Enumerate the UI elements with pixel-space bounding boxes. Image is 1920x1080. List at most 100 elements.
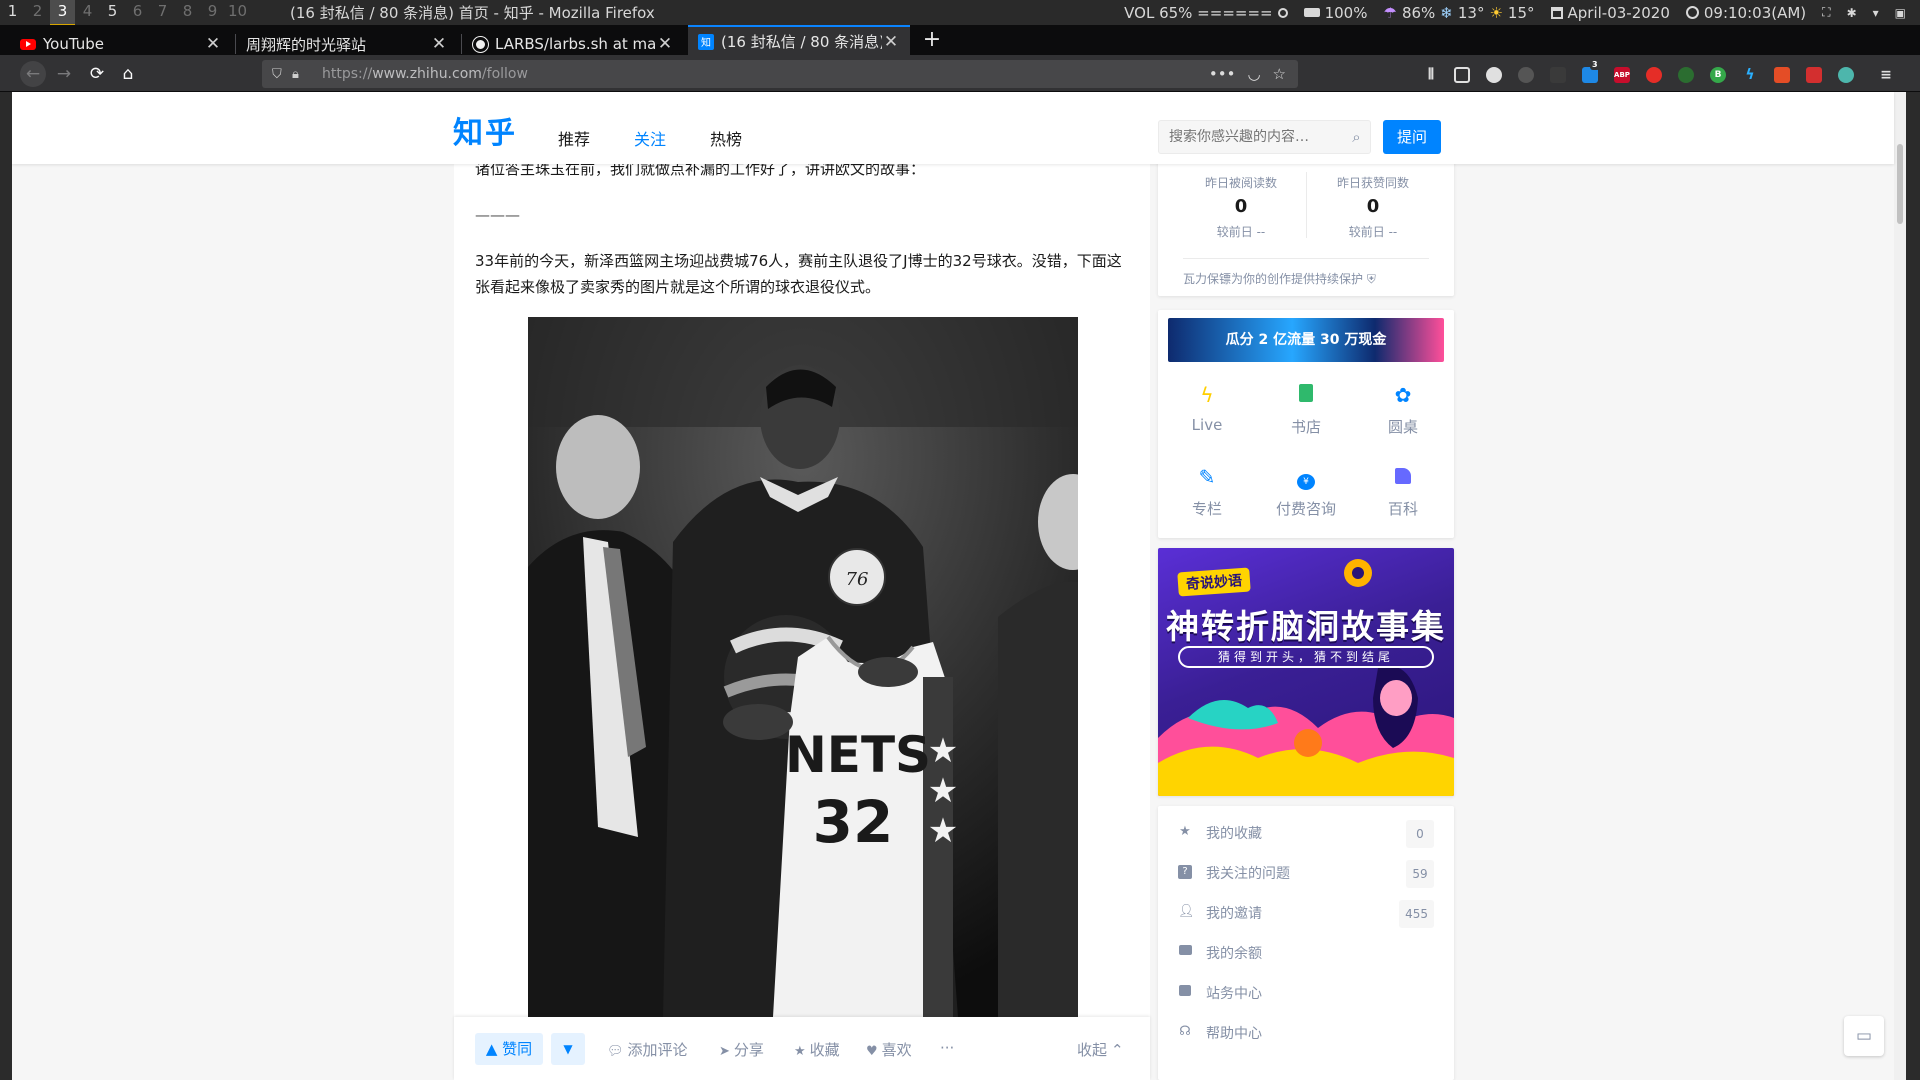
tool-roundtable[interactable]: ✿ 圆桌 (1358, 382, 1448, 437)
answer-action-bar: ▲ 赞同 ▼ 💬︎ 添加评论 ➤ 分享 ★ 收藏 ♥ 喜欢 ··· 收起 ⌃ (454, 1017, 1150, 1080)
search-box: ⌕ (1158, 120, 1371, 154)
page-scrollbar[interactable] (1894, 92, 1906, 1080)
ad-subtitle: 猜得到开头，猜不到结尾 (1178, 646, 1434, 668)
scrollbar-thumb[interactable] (1897, 144, 1903, 224)
extension-orange-icon[interactable] (1774, 67, 1790, 83)
zhihu-logo[interactable]: 知乎 (453, 108, 517, 152)
headset-icon: ☊ (1179, 1024, 1191, 1039)
feedback-float-button[interactable]: ▭ (1844, 1016, 1884, 1056)
nav-follow[interactable]: 关注 (634, 126, 666, 150)
tool-paid-consult[interactable]: ¥ 付费咨询 (1261, 464, 1351, 519)
ghostery-icon[interactable] (1518, 67, 1534, 83)
dropbox-tray-icon[interactable]: ⛶ (1822, 5, 1830, 20)
creation-tools-card: 瓜分 2 亿流量 30 万现金 ϟ Live 书店 ✿ 圆桌 ✎ 专栏 ¥ 付费… (1158, 310, 1454, 538)
workspace-10[interactable]: 10 (225, 0, 250, 26)
close-tab-button[interactable]: ✕ (656, 34, 674, 54)
link-help-center[interactable]: ☊ 帮助中心 (1178, 1020, 1434, 1048)
tool-column[interactable]: ✎ 专栏 (1162, 464, 1252, 519)
ad-title: 神转折脑洞故事集 (1166, 607, 1446, 646)
browser-tab-strip: YouTube ✕ 周翔辉的时光驿站 ✕ LARBS/larbs.sh at m… (0, 25, 1920, 56)
tool-bookstore[interactable]: 书店 (1261, 382, 1351, 437)
close-tab-button[interactable]: ✕ (882, 32, 900, 52)
extension-green-plus-icon[interactable]: B (1710, 67, 1726, 83)
back-button[interactable]: ← (20, 61, 46, 87)
advertisement-card[interactable]: 奇说妙语 神转折脑洞故事集 猜得到开头，猜不到结尾 (1158, 548, 1454, 796)
link-followed-questions[interactable]: ? 我关注的问题 59 (1178, 860, 1434, 888)
heart-icon: ♥ (866, 1044, 878, 1059)
encyclopedia-icon (1358, 464, 1448, 490)
divider (1183, 258, 1429, 259)
answer-card: 诸位答主珠玉在前，我们就做点补漏的工作好了，讲讲欧文的故事： ——— 33年前的… (454, 92, 1150, 1080)
library-icon[interactable]: ⫼ (1423, 67, 1439, 83)
sidebar-icon[interactable] (1454, 67, 1470, 83)
extension-bug-icon[interactable] (1678, 67, 1694, 83)
network-tray-icon[interactable]: ▣ (1895, 6, 1906, 20)
browser-navigation-toolbar: ← → ⟳ ⌂ ⛉ 🔒︎ https://www.zhihu.com/follo… (0, 55, 1920, 92)
close-tab-button[interactable]: ✕ (204, 34, 222, 54)
bookmark-star-icon[interactable]: ☆ (1273, 65, 1286, 83)
wifi-tray-icon[interactable]: ▾ (1873, 6, 1879, 20)
tool-encyclopedia[interactable]: 百科 (1358, 464, 1448, 519)
youtube-icon (20, 36, 36, 52)
page-actions-icon[interactable]: ••• (1209, 65, 1236, 83)
ask-question-button[interactable]: 提问 (1383, 120, 1441, 154)
extension-stacked-icon[interactable] (1838, 67, 1854, 83)
reload-button[interactable]: ⟳ (84, 61, 110, 87)
workspace-3[interactable]: 3 (50, 0, 75, 26)
workspace-2[interactable]: 2 (25, 0, 50, 26)
home-button[interactable]: ⌂ (115, 61, 141, 87)
protection-note[interactable]: 瓦力保镖为你的创作提供持续保护 ⛨ (1183, 270, 1376, 287)
extension-bolt-icon[interactable]: ϟ (1742, 67, 1758, 83)
url-text[interactable]: https://www.zhihu.com/follow (322, 66, 1209, 82)
account-icon[interactable] (1486, 67, 1502, 83)
count-badge: 455 (1399, 900, 1434, 928)
hamburger-menu-icon[interactable]: ≡ (1878, 67, 1894, 83)
answer-divider: ——— (475, 206, 520, 224)
shield-icon: ⛉ (272, 66, 282, 82)
comment-button[interactable]: 💬︎ 添加评论 (607, 1039, 688, 1060)
bluetooth-tray-icon[interactable]: ✱ (1847, 6, 1857, 20)
collect-button[interactable]: ★ 收藏 (794, 1039, 840, 1060)
workspace-4[interactable]: 4 (75, 0, 100, 26)
status-widgets: VOL 65% ====== 100% ☂ 86% ❄ 13° ☀ 15° Ap… (1124, 0, 1906, 25)
nav-hot-list[interactable]: 热榜 (710, 126, 742, 150)
like-button[interactable]: ♥ 喜欢 (866, 1039, 912, 1060)
collapse-button[interactable]: 收起 ⌃ (1077, 1039, 1124, 1060)
new-tab-button[interactable]: + (918, 25, 946, 55)
more-actions-button[interactable]: ··· (940, 1039, 954, 1057)
close-tab-button[interactable]: ✕ (430, 34, 448, 54)
link-my-invitations[interactable]: 👤︎ 我的邀请 455 (1178, 900, 1434, 928)
workspace-7[interactable]: 7 (150, 0, 175, 26)
zhihu-header: 知乎 推荐 关注 热榜 ⌕ 提问 (12, 92, 1894, 164)
volume-indicator[interactable]: VOL 65% ====== (1124, 4, 1288, 22)
answer-photo[interactable]: 76 ★ ★ ★ NETS 32 (528, 317, 1078, 1017)
workspace-6[interactable]: 6 (125, 0, 150, 26)
question-icon: ? (1178, 865, 1192, 879)
search-input[interactable] (1169, 129, 1343, 145)
workspace-9[interactable]: 9 (200, 0, 225, 26)
extension-red-pen-icon[interactable] (1806, 67, 1822, 83)
link-my-balance[interactable]: 我的余额 (1178, 940, 1434, 968)
forward-button[interactable]: → (51, 61, 77, 87)
nav-recommend[interactable]: 推荐 (558, 126, 590, 150)
link-service-center[interactable]: 站务中心 (1178, 980, 1434, 1008)
workspace-1[interactable]: 1 (0, 0, 25, 26)
extension-snail-icon[interactable] (1550, 67, 1566, 83)
workspace-5[interactable]: 5 (100, 0, 125, 26)
url-bar[interactable]: ⛉ 🔒︎ https://www.zhihu.com/follow ••• ◡ … (262, 60, 1298, 88)
read-count-value: 0 (1234, 196, 1248, 217)
adblock-plus-icon[interactable]: ABP (1614, 67, 1630, 83)
downvote-button[interactable]: ▼ (551, 1033, 585, 1065)
search-icon[interactable]: ⌕ (1343, 128, 1370, 146)
promo-banner[interactable]: 瓜分 2 亿流量 30 万现金 (1168, 318, 1444, 362)
extension-red-hand-icon[interactable] (1646, 67, 1662, 83)
workspace-8[interactable]: 8 (175, 0, 200, 26)
link-my-collections[interactable]: ★ 我的收藏 0 (1178, 820, 1434, 848)
share-button[interactable]: ➤ 分享 (719, 1039, 764, 1060)
extension-blue-icon[interactable]: 3 (1582, 60, 1600, 83)
upvote-button[interactable]: ▲ 赞同 (475, 1033, 543, 1065)
tool-live[interactable]: ϟ Live (1162, 382, 1252, 434)
paper-plane-icon: ➤ (719, 1044, 730, 1059)
tab-zhihu[interactable]: 知 (16 封私信 / 80 条消息) 首页 ✕ (688, 25, 910, 56)
pocket-icon[interactable]: ◡ (1247, 65, 1260, 83)
